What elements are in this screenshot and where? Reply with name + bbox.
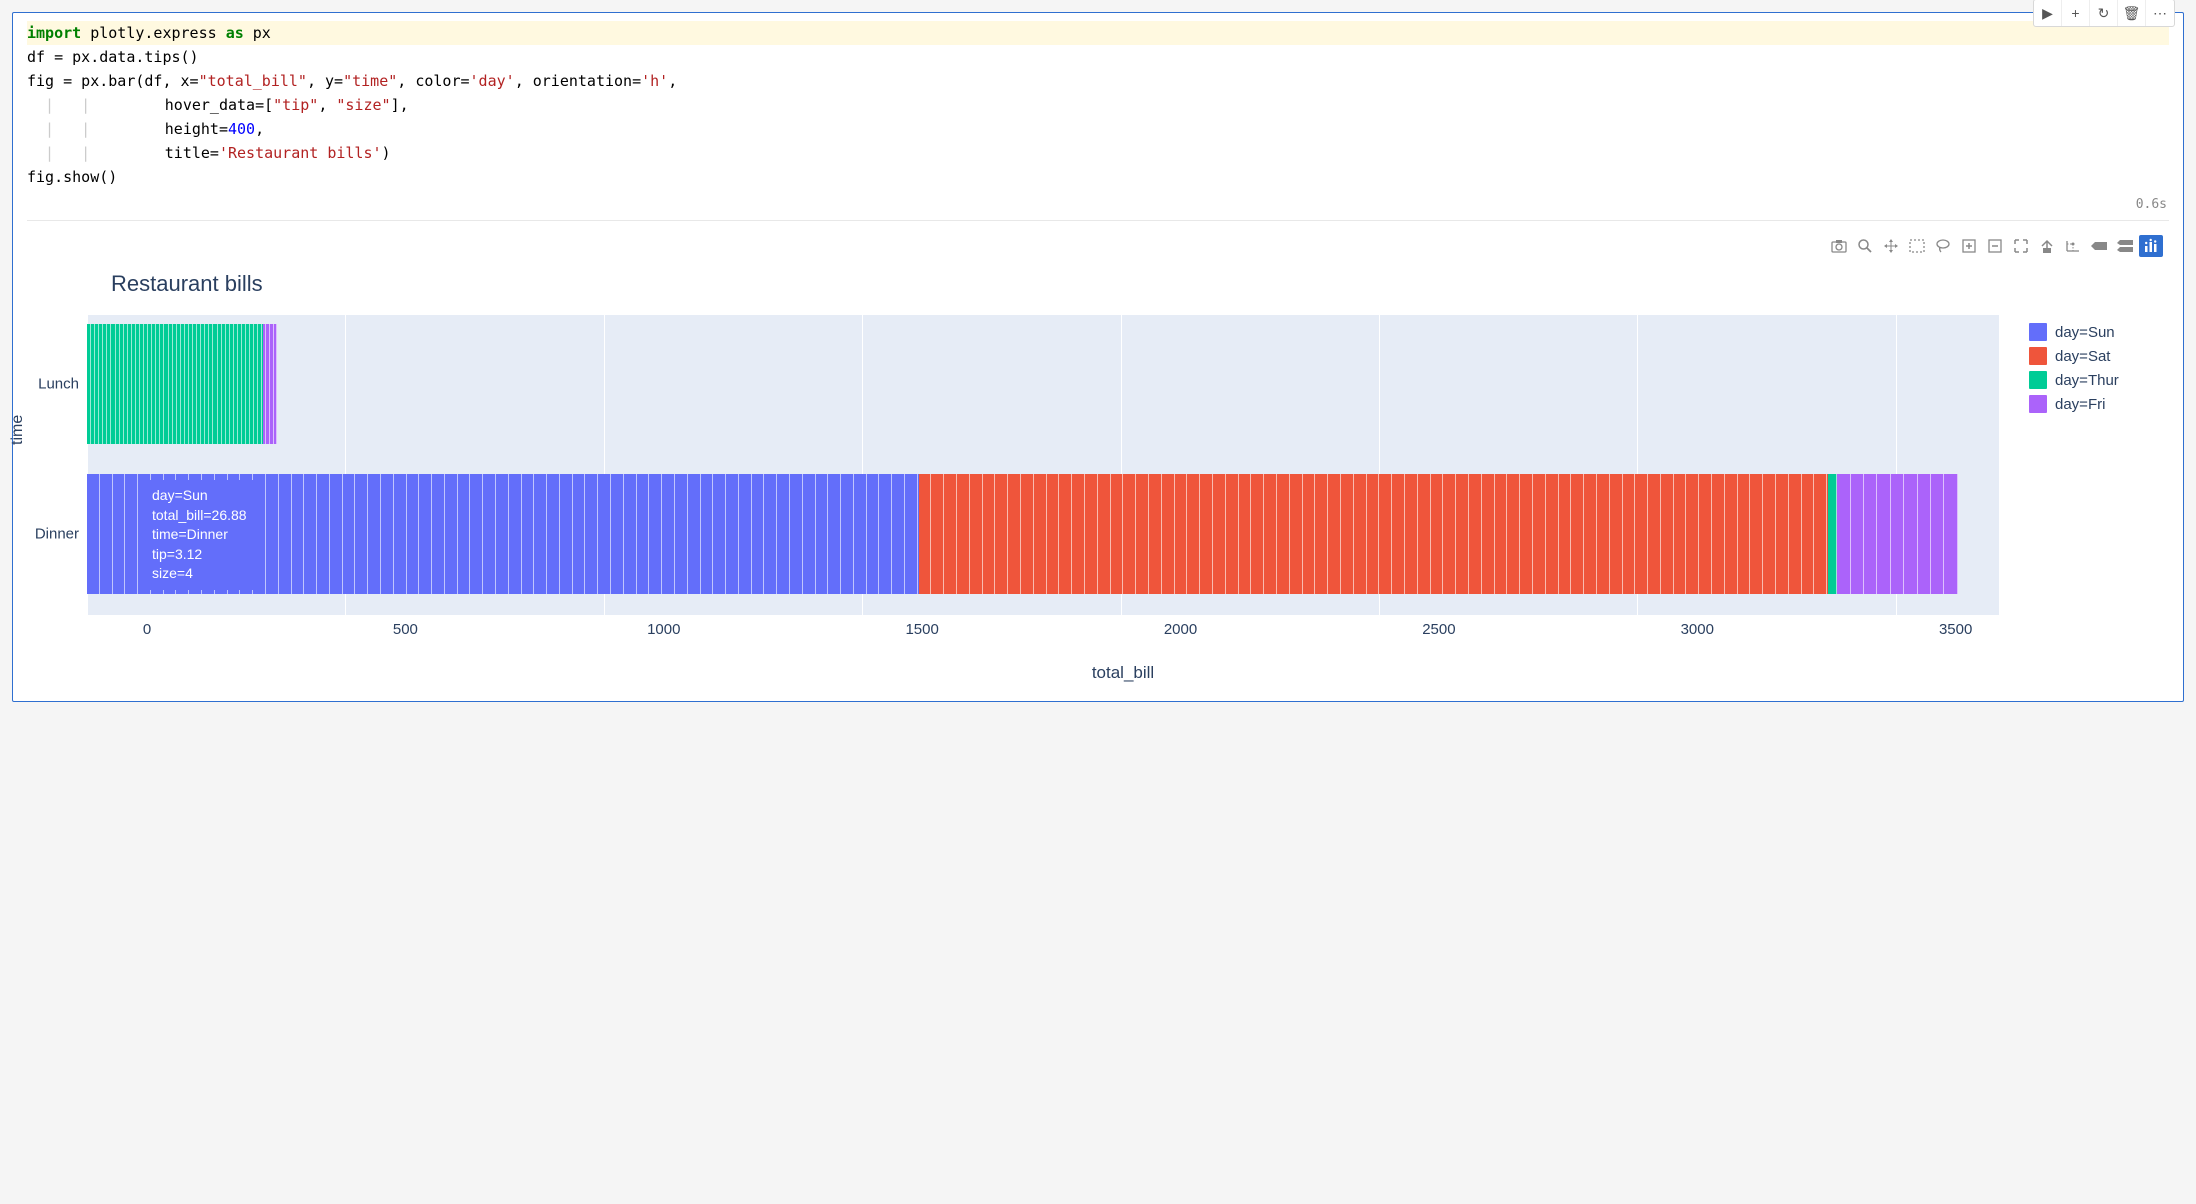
y-axis-label: time <box>9 415 27 445</box>
run-cell-button[interactable]: ▶ <box>2034 0 2062 26</box>
bar-segment[interactable] <box>263 324 278 444</box>
code-token: , color= <box>397 72 469 90</box>
legend-item[interactable]: day=Fri <box>2029 395 2159 413</box>
x-tick: 3500 <box>1939 621 1972 638</box>
code-token: , <box>668 72 677 90</box>
x-tick: 1500 <box>905 621 938 638</box>
legend-item[interactable]: day=Sun <box>2029 323 2159 341</box>
pan-icon[interactable] <box>1879 235 1903 257</box>
more-actions-button[interactable]: ⋯ <box>2146 0 2174 26</box>
code-token: 'day' <box>470 72 515 90</box>
bar-lunch[interactable] <box>87 324 690 444</box>
delete-cell-button[interactable]: 🗑 <box>2118 0 2146 26</box>
legend: day=Sun day=Sat day=Thur day=Fri <box>1999 315 2159 419</box>
x-tick: 1000 <box>647 621 680 638</box>
legend-label: day=Sat <box>2055 348 2110 365</box>
x-tick: 3000 <box>1681 621 1714 638</box>
zoom-icon[interactable] <box>1853 235 1877 257</box>
bar-segment[interactable] <box>919 474 1828 594</box>
code-token: 'h' <box>641 72 668 90</box>
y-tick: Dinner <box>35 526 79 543</box>
y-axis: Lunch Dinner <box>29 315 83 615</box>
code-token: "time" <box>343 72 397 90</box>
camera-icon[interactable] <box>1827 235 1851 257</box>
code-token: ], <box>391 96 409 114</box>
plot-area[interactable]: time Lunch Dinner day=Suntotal_bill=26.8… <box>87 315 1999 615</box>
x-axis-label: total_bill <box>87 663 2159 683</box>
x-tick: 2000 <box>1164 621 1197 638</box>
code-token: "total_bill" <box>199 72 307 90</box>
restart-button[interactable]: ↻ <box>2090 0 2118 26</box>
legend-label: day=Fri <box>2055 396 2105 413</box>
cell-toolbar: ▶ + ↻ 🗑 ⋯ <box>2033 0 2175 27</box>
code-token: "tip" <box>273 96 318 114</box>
zoom-out-icon[interactable] <box>1983 235 2007 257</box>
code-token: height= <box>47 120 228 138</box>
chart-title: Restaurant bills <box>87 265 2159 315</box>
code-token: , y= <box>307 72 343 90</box>
code-token: , <box>255 120 264 138</box>
code-token: 400 <box>228 120 255 138</box>
code-token: "size" <box>336 96 390 114</box>
x-tick: 500 <box>393 621 418 638</box>
code-token: , orientation= <box>515 72 641 90</box>
code-token: 'Restaurant bills' <box>219 144 382 162</box>
spike-lines-icon[interactable] <box>2061 235 2085 257</box>
legend-item[interactable]: day=Thur <box>2029 371 2159 389</box>
code-token: import <box>27 24 81 42</box>
bar-dinner[interactable] <box>87 474 1978 594</box>
zoom-in-icon[interactable] <box>1957 235 1981 257</box>
code-token: hover_data=[ <box>47 96 273 114</box>
code-token: df = px.data.tips() <box>27 48 199 66</box>
code-token: px <box>244 24 271 42</box>
legend-swatch <box>2029 395 2047 413</box>
code-token: fig = px.bar(df, x= <box>27 72 199 90</box>
hover-compare-icon[interactable] <box>2113 235 2137 257</box>
lasso-icon[interactable] <box>1931 235 1955 257</box>
bar-segment[interactable] <box>1828 474 1838 594</box>
y-tick: Lunch <box>38 376 79 393</box>
bar-segment[interactable] <box>87 474 919 594</box>
x-axis: 0 500 1000 1500 2000 2500 3000 3500 <box>87 621 2159 645</box>
add-cell-button[interactable]: + <box>2062 0 2090 26</box>
code-token: fig.show() <box>27 168 117 186</box>
code-editor[interactable]: import plotly.express as px df = px.data… <box>13 13 2183 197</box>
chart-container: Restaurant bills time Lunch Dinner day=S… <box>27 265 2169 683</box>
legend-label: day=Sun <box>2055 324 2115 341</box>
legend-swatch <box>2029 347 2047 365</box>
plotly-modebar <box>27 231 2169 265</box>
autoscale-icon[interactable] <box>2009 235 2033 257</box>
bar-segment[interactable] <box>87 324 263 444</box>
execution-time: 0.6s <box>13 197 2183 216</box>
legend-label: day=Thur <box>2055 372 2119 389</box>
legend-swatch <box>2029 371 2047 389</box>
x-tick: 0 <box>143 621 151 638</box>
code-token: ) <box>382 144 391 162</box>
bar-segment[interactable] <box>1837 474 1958 594</box>
x-tick: 2500 <box>1422 621 1455 638</box>
box-select-icon[interactable] <box>1905 235 1929 257</box>
code-token: title= <box>47 144 219 162</box>
notebook-cell: ▶ + ↻ 🗑 ⋯ import plotly.express as px df… <box>12 12 2184 702</box>
code-token: , <box>318 96 336 114</box>
hover-closest-icon[interactable] <box>2087 235 2111 257</box>
legend-swatch <box>2029 323 2047 341</box>
legend-item[interactable]: day=Sat <box>2029 347 2159 365</box>
plotly-logo-icon[interactable] <box>2139 235 2163 257</box>
reset-axes-icon[interactable] <box>2035 235 2059 257</box>
output-area: Restaurant bills time Lunch Dinner day=S… <box>13 221 2183 701</box>
code-token: as <box>226 24 244 42</box>
code-token: plotly.express <box>81 24 226 42</box>
